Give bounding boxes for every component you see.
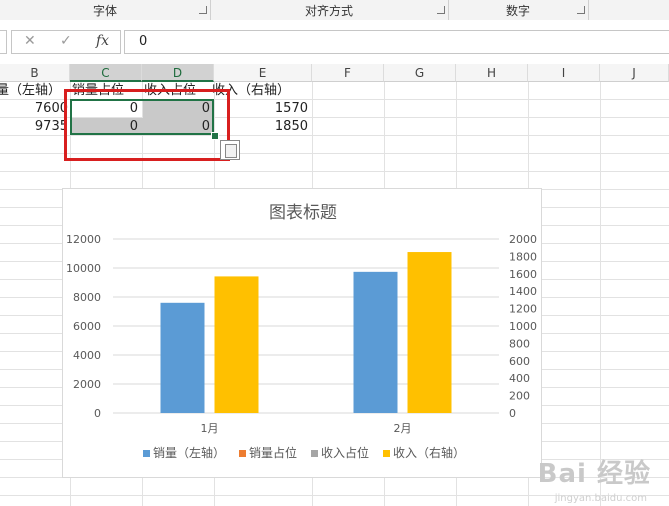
ribbon-group-alignment: 对齐方式 — [210, 0, 449, 20]
y-left-tick-label: 12000 — [66, 233, 101, 246]
y-right-tick-label: 1600 — [509, 268, 537, 281]
bar-revenue — [407, 252, 452, 413]
y-left-tick-label: 2000 — [73, 378, 101, 391]
column-header-h[interactable]: H — [456, 64, 528, 82]
alignment-dialog-launcher-icon[interactable] — [437, 6, 445, 14]
number-dialog-launcher-icon[interactable] — [577, 6, 585, 14]
y-left-tick-label: 6000 — [73, 320, 101, 333]
legend-swatch — [311, 450, 318, 457]
y-left-tick-label: 0 — [94, 407, 101, 420]
chart-title: 图表标题 — [269, 203, 337, 222]
column-header-f[interactable]: F — [312, 64, 384, 82]
legend-label: 收入（右轴） — [393, 445, 465, 460]
formula-bar: ✕ ✓ fx 0 — [0, 20, 669, 64]
x-tick-label: 1月 — [201, 422, 219, 435]
insert-function-icon[interactable]: fx — [96, 33, 109, 49]
y-right-tick-label: 400 — [509, 372, 530, 385]
ribbon-group-number-label: 数字 — [505, 4, 530, 18]
ribbon-group-number: 数字 — [448, 0, 589, 20]
column-header-i[interactable]: I — [528, 64, 600, 82]
name-box[interactable] — [0, 30, 7, 54]
quick-analysis-button[interactable] — [220, 140, 240, 160]
y-right-tick-label: 1800 — [509, 250, 537, 263]
legend-swatch — [143, 450, 150, 457]
formula-value: 0 — [139, 34, 148, 49]
column-header-d[interactable]: D — [142, 64, 214, 82]
y-right-tick-label: 200 — [509, 390, 530, 403]
legend-swatch — [383, 450, 390, 457]
y-right-tick-label: 0 — [509, 407, 516, 420]
y-right-tick-label: 600 — [509, 355, 530, 368]
x-tick-label: 2月 — [394, 422, 412, 435]
column-header-b[interactable]: B — [0, 64, 70, 82]
baidu-watermark-url: jingyan.baidu.com — [554, 493, 647, 504]
ribbon-group-bar: 字体 对齐方式 数字 — [0, 0, 669, 21]
cell-b3[interactable]: 9735 — [0, 118, 68, 136]
ribbon-group-font-label: 字体 — [92, 4, 117, 18]
highlight-annotation-box — [64, 89, 230, 161]
legend-label: 收入占位 — [321, 445, 369, 460]
quick-analysis-icon — [225, 144, 237, 158]
chart-svg: 图表标题 0 2000 4000 6000 8000 10000 12000 0 200 400 60… — [66, 203, 537, 460]
enter-icon[interactable]: ✓ — [60, 33, 72, 49]
y-left-tick-label: 10000 — [66, 262, 101, 275]
column-header-c[interactable]: C — [70, 64, 142, 82]
formula-input[interactable]: 0 — [124, 30, 669, 54]
bar-sales — [160, 302, 205, 413]
chart-area[interactable]: 图表标题 0 2000 4000 6000 8000 10000 12000 0 200 400 60… — [62, 188, 542, 478]
bar-sales — [353, 271, 398, 413]
y-right-tick-label: 800 — [509, 337, 530, 350]
baidu-watermark: Bai 经验 — [537, 459, 651, 489]
legend-label: 销量占位 — [249, 445, 297, 460]
cancel-icon[interactable]: ✕ — [24, 33, 36, 49]
legend-label: 销量（左轴） — [153, 445, 225, 460]
column-header-j[interactable]: J — [600, 64, 669, 82]
cell-b2[interactable]: 7600 — [0, 100, 68, 118]
bar-revenue — [214, 276, 259, 413]
y-right-tick-label: 2000 — [509, 233, 537, 246]
y-right-tick-label: 1200 — [509, 303, 537, 316]
ribbon-group-alignment-label: 对齐方式 — [304, 4, 353, 18]
legend-swatch — [239, 450, 246, 457]
y-left-tick-label: 8000 — [73, 291, 101, 304]
column-header-g[interactable]: G — [384, 64, 456, 82]
formula-buttons: ✕ ✓ fx — [11, 30, 121, 54]
ribbon-group-font: 字体 — [0, 0, 211, 20]
cell-b1[interactable]: 量（左轴） — [0, 82, 61, 100]
font-dialog-launcher-icon[interactable] — [199, 6, 207, 14]
column-header-e[interactable]: E — [214, 64, 312, 82]
y-left-tick-label: 4000 — [73, 349, 101, 362]
y-right-tick-label: 1400 — [509, 285, 537, 298]
y-right-tick-label: 1000 — [509, 320, 537, 333]
